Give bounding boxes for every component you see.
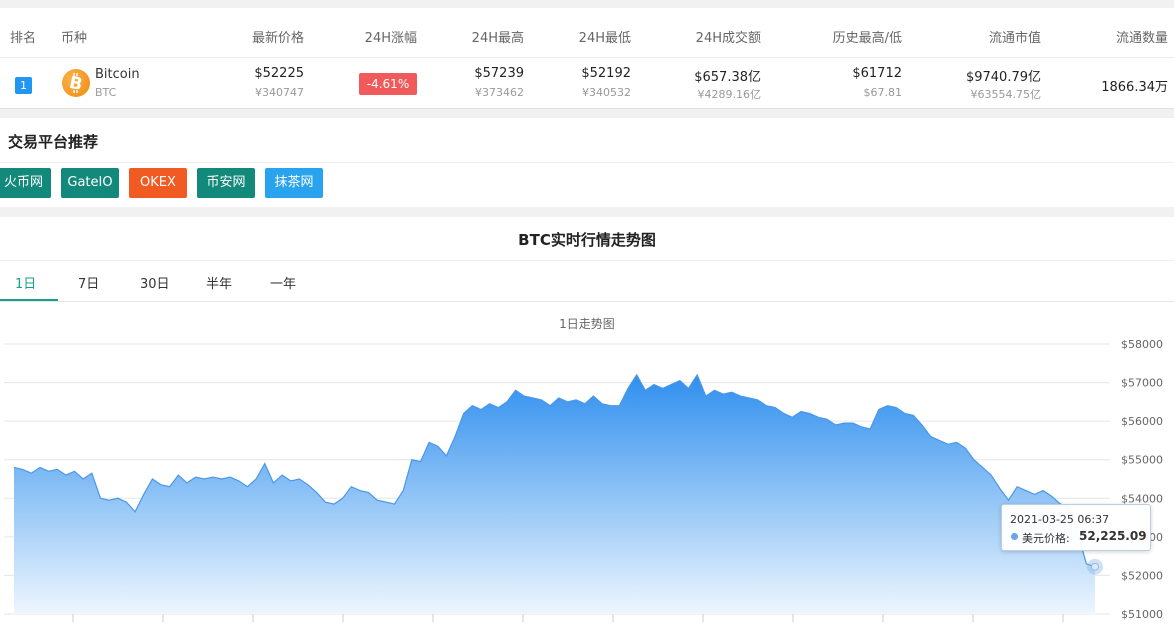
- header-price: 最新价格: [251, 31, 304, 46]
- svg-text:B: B: [67, 73, 84, 95]
- market-cap-cny: ¥63554.75亿: [970, 88, 1042, 101]
- low-cny: ¥340532: [582, 86, 631, 99]
- y-tick-label: $51000: [1121, 608, 1163, 621]
- chart-tooltip: 2021-03-25 06:37 美元价格: 52,225.09: [1001, 504, 1151, 551]
- circulating-supply: 1866.34万: [1101, 80, 1168, 95]
- high-usd: $57239: [474, 66, 524, 81]
- coin-name[interactable]: Bitcoin: [95, 67, 140, 82]
- price-cny: ¥340747: [255, 86, 304, 99]
- exchange-button-mexc[interactable]: 抹茶网: [265, 168, 323, 198]
- y-tick-label: $56000: [1121, 415, 1163, 428]
- price-area-fill: [14, 374, 1095, 614]
- coin-table: 排名 币种 最新价格 24H涨幅 24H最高 24H最低 24H成交额 历史最高…: [0, 8, 1174, 109]
- header-coin: 币种: [61, 31, 88, 46]
- header-divider: [0, 57, 1174, 58]
- chart-section: BTC实时行情走势图 1日 7日 30日 半年 一年 1日走势图 $58000 $…: [0, 217, 1174, 626]
- y-tick-label: $55000: [1121, 454, 1163, 467]
- high-cny: ¥373462: [475, 86, 524, 99]
- table-bottom-border: [0, 108, 1174, 109]
- tooltip-value: 52,225.09: [1079, 529, 1147, 543]
- header-high: 24H最高: [471, 31, 524, 46]
- all-time-low: $67.81: [863, 86, 903, 99]
- price-area-chart[interactable]: $58000$57000$56000$55000$54000$53000$520…: [0, 217, 1174, 626]
- y-tick-label: $52000: [1121, 569, 1163, 582]
- volume-cny: ¥4289.16亿: [697, 88, 762, 101]
- change-badge: -4.61%: [359, 73, 417, 95]
- tooltip-series-dot: [1011, 533, 1018, 540]
- y-tick-label: $57000: [1121, 377, 1163, 390]
- header-low: 24H最低: [578, 31, 631, 46]
- bitcoin-icon: B: [62, 69, 90, 97]
- all-time-high: $61712: [852, 66, 902, 81]
- rank-badge: 1: [15, 77, 32, 94]
- header-market-cap: 流通市值: [988, 31, 1041, 46]
- y-tick-label: $58000: [1121, 338, 1163, 351]
- exchange-button-huobi[interactable]: 火币网: [0, 168, 51, 198]
- header-change: 24H涨幅: [364, 31, 417, 46]
- exchange-button-gateio[interactable]: GateIO: [61, 168, 119, 198]
- coin-symbol: BTC: [95, 86, 117, 99]
- low-usd: $52192: [581, 66, 631, 81]
- header-volume: 24H成交额: [695, 31, 761, 46]
- header-rank: 排名: [10, 31, 37, 46]
- tooltip-date: 2021-03-25 06:37: [1010, 513, 1110, 526]
- volume-usd: $657.38亿: [694, 70, 761, 85]
- price-usd: $52225: [254, 66, 304, 81]
- exchange-section: 交易平台推荐 火币网 GateIO OKEX 币安网 抹茶网: [0, 118, 1174, 207]
- tooltip-label: 美元价格:: [1022, 532, 1070, 545]
- exchange-button-binance[interactable]: 币安网: [197, 168, 255, 198]
- exchange-divider: [0, 162, 1174, 163]
- header-supply: 流通数量: [1115, 31, 1168, 46]
- exchange-button-okex[interactable]: OKEX: [129, 168, 187, 198]
- hover-marker: [1091, 562, 1099, 571]
- market-cap-usd: $9740.79亿: [965, 70, 1041, 85]
- exchange-section-title: 交易平台推荐: [8, 133, 99, 151]
- header-ath-atl: 历史最高/低: [832, 31, 902, 46]
